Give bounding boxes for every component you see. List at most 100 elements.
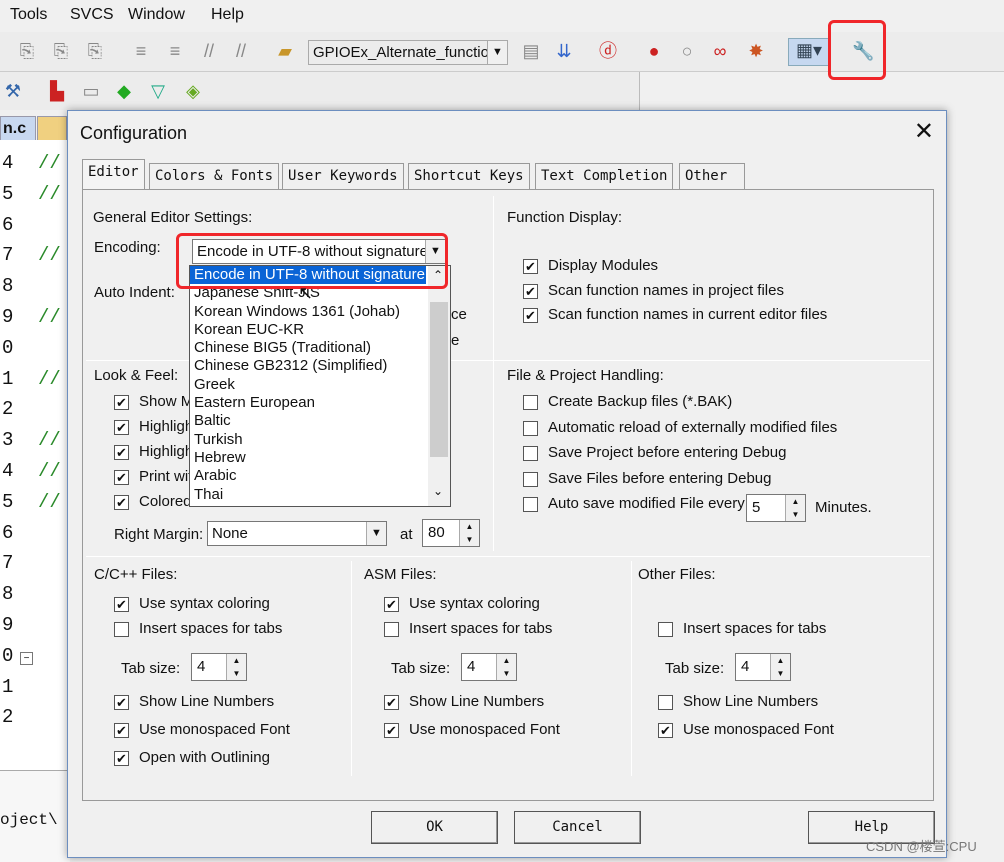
file-project-checkbox[interactable] <box>523 395 538 410</box>
cancel-button[interactable]: Cancel <box>514 811 641 844</box>
line-number: 2 <box>2 398 14 421</box>
line-number: 9 <box>2 306 14 328</box>
file-project-checkbox[interactable] <box>523 446 538 461</box>
editor-tab-file[interactable] <box>37 116 67 142</box>
function-display-checkbox[interactable]: ✔ <box>523 259 538 274</box>
autosave-spinner[interactable]: 5 ▲ ▼ <box>746 494 806 522</box>
bookmark-prev-icon[interactable]: ⎘ <box>16 40 38 62</box>
pack-installer-icon[interactable]: ◆ <box>113 80 135 102</box>
tab-other[interactable]: Other <box>679 163 745 189</box>
file-project-checkbox[interactable] <box>523 497 538 512</box>
project-combo[interactable]: GPIOEx_Alternate_functio ▼ <box>308 40 508 65</box>
encoding-option[interactable]: Turkish <box>190 431 426 449</box>
encoding-option[interactable]: Korean EUC-KR <box>190 321 426 339</box>
tab-editor[interactable]: Editor <box>82 159 145 190</box>
window-layout-icon[interactable]: ▦▾ <box>788 38 830 66</box>
cpp-tab-size-spinner[interactable]: 4 ▲ ▼ <box>191 653 247 681</box>
encoding-option[interactable]: Chinese GB2312 (Simplified) <box>190 357 426 375</box>
open-folder-icon[interactable]: ▰ <box>274 40 296 62</box>
asm-spaces-checkbox[interactable] <box>384 622 399 637</box>
asm-syntax-checkbox[interactable]: ✔ <box>384 597 399 612</box>
look-feel-checkbox[interactable]: ✔ <box>114 495 129 510</box>
editor-tab-active[interactable]: n.c <box>0 116 36 142</box>
file-project-checkbox[interactable] <box>523 420 538 436</box>
manage-components-icon[interactable]: ▭ <box>80 80 102 102</box>
look-feel-checkbox[interactable]: ✔ <box>114 470 129 485</box>
unindent-icon[interactable]: ≡ <box>164 40 186 62</box>
function-display-label: Display Modules <box>548 257 659 274</box>
asm-line-numbers-checkbox[interactable]: ✔ <box>384 695 399 710</box>
code-comment: // <box>38 460 61 482</box>
scrollbar-thumb[interactable] <box>430 302 448 457</box>
menu-window[interactable]: Window <box>128 6 185 24</box>
cpp-mono-label: Use monospaced Font <box>139 721 290 738</box>
encoding-dropdown-list[interactable]: Encode in UTF-8 without signature Japanes… <box>189 265 451 507</box>
bookmark-next-icon[interactable]: ⎘ <box>50 40 72 62</box>
spin-arrows-icon[interactable]: ▲ ▼ <box>496 654 516 680</box>
indent-icon[interactable]: ≡ <box>130 40 152 62</box>
scrollbar[interactable]: ⌃ ⌄ <box>428 266 450 506</box>
function-display-checkbox[interactable]: ✔ <box>523 308 538 323</box>
breakpoint-disabled-icon[interactable]: ○ <box>676 40 698 62</box>
breakpoints-kill-all-icon[interactable]: ✸ <box>745 40 767 62</box>
menu-help[interactable]: Help <box>211 6 244 24</box>
wizard-icon[interactable]: ⚒ <box>2 80 24 102</box>
close-icon[interactable]: ✕ <box>914 117 934 146</box>
other-spaces-checkbox[interactable] <box>658 622 673 637</box>
file-project-checkbox[interactable] <box>523 471 538 487</box>
comment-icon[interactable]: // <box>198 40 220 62</box>
encoding-option[interactable]: Eastern European <box>190 394 426 412</box>
menu-svcs[interactable]: SVCS <box>70 6 114 24</box>
ok-button[interactable]: OK <box>371 811 498 844</box>
file-icon[interactable]: ▤ <box>520 40 542 62</box>
encoding-option[interactable]: Hebrew <box>190 449 426 467</box>
look-feel-checkbox[interactable]: ✔ <box>114 445 129 460</box>
spin-arrows-icon[interactable]: ▲ ▼ <box>226 654 246 680</box>
tab-user-keywords[interactable]: User Keywords <box>282 163 404 189</box>
cpp-mono-checkbox[interactable]: ✔ <box>114 723 129 738</box>
right-margin-select[interactable]: None ▼ <box>207 521 387 546</box>
other-mono-checkbox[interactable]: ✔ <box>658 723 673 738</box>
cpp-syntax-checkbox[interactable]: ✔ <box>114 597 129 612</box>
encoding-option[interactable]: Baltic <box>190 412 426 430</box>
asm-tab-size-spinner[interactable]: 4 ▲ ▼ <box>461 653 517 681</box>
chevron-down-icon[interactable]: ⌄ <box>433 484 443 498</box>
minutes-label: Minutes. <box>815 499 872 516</box>
tab-text-completion[interactable]: Text Completion <box>535 163 674 189</box>
encoding-option[interactable]: Chinese BIG5 (Traditional) <box>190 339 426 357</box>
chevron-down-icon: ▼ <box>487 41 507 64</box>
encoding-option[interactable]: Thai <box>190 486 426 504</box>
asm-mono-checkbox[interactable]: ✔ <box>384 723 399 738</box>
look-feel-checkbox[interactable]: ✔ <box>114 395 129 410</box>
other-line-numbers-checkbox[interactable] <box>658 695 673 710</box>
debug-icon[interactable]: ⓓ <box>597 40 619 62</box>
other-heading: Other Files: <box>638 566 716 583</box>
bookmark-clear-icon[interactable]: ⎘ <box>84 40 106 62</box>
spin-arrows-icon[interactable]: ▲ ▼ <box>785 495 805 521</box>
spin-arrows-icon[interactable]: ▲ ▼ <box>770 654 790 680</box>
other-tab-size-spinner[interactable]: 4 ▲ ▼ <box>735 653 791 681</box>
menu-tools[interactable]: Tools <box>10 6 47 24</box>
uncomment-icon[interactable]: // <box>230 40 252 62</box>
target-options-icon[interactable]: ▙ <box>46 80 68 102</box>
breakpoint-icon[interactable]: ● <box>643 40 665 62</box>
look-feel-heading: Look & Feel: <box>94 367 179 384</box>
encoding-option[interactable]: Arabic <box>190 467 426 485</box>
cpp-line-numbers-checkbox[interactable]: ✔ <box>114 695 129 710</box>
spin-arrows-icon[interactable]: ▲ ▼ <box>459 520 479 546</box>
env-icon[interactable]: ◈ <box>182 80 204 102</box>
filter-icon[interactable]: ▽ <box>147 80 169 102</box>
cpp-outlining-checkbox[interactable]: ✔ <box>114 751 129 766</box>
function-display-checkbox[interactable]: ✔ <box>523 284 538 299</box>
code-editor[interactable]: 4 5 6 7 8 9 0 1 2 3 4 5 6 7 8 9 0 1 2 // // // // // // // // − <box>0 140 70 770</box>
breakpoints-disable-all-icon[interactable]: ∞ <box>709 40 731 62</box>
encoding-option[interactable]: Korean Windows 1361 (Johab) <box>190 303 426 321</box>
encoding-option[interactable]: Greek <box>190 376 426 394</box>
margin-column-spinner[interactable]: 80 ▲ ▼ <box>422 519 480 547</box>
tab-shortcut-keys[interactable]: Shortcut Keys <box>408 163 530 189</box>
download-icon[interactable]: ⇊ <box>553 40 575 62</box>
tab-colors-fonts[interactable]: Colors & Fonts <box>149 163 280 189</box>
fold-icon[interactable]: − <box>20 652 33 665</box>
look-feel-checkbox[interactable]: ✔ <box>114 420 129 435</box>
cpp-spaces-checkbox[interactable] <box>114 622 129 637</box>
